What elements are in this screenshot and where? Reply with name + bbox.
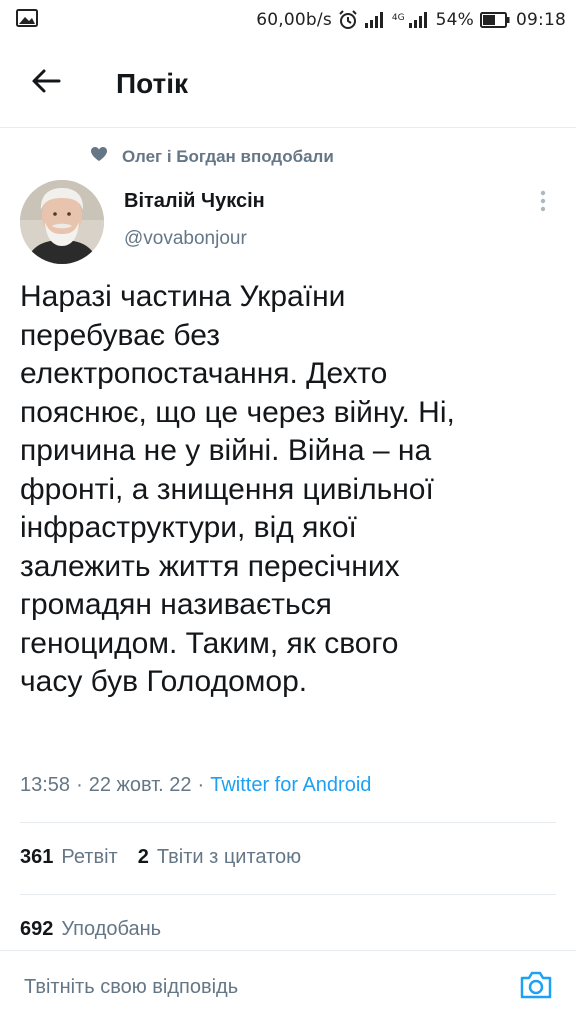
author-name[interactable]: Віталій Чуксін: [124, 190, 265, 213]
quotes-stat[interactable]: 2 Твіти з цитатою: [138, 846, 301, 869]
divider: [20, 822, 556, 823]
retweets-stat[interactable]: 361 Ретвіт: [20, 846, 118, 869]
alarm-icon: [338, 10, 358, 30]
camera-icon: [519, 970, 553, 1005]
camera-button[interactable]: [516, 968, 556, 1008]
tweet-time: 13:58: [20, 774, 71, 796]
avatar[interactable]: [20, 180, 104, 264]
heart-icon: [90, 146, 108, 167]
tweet-meta: 13:58 · 22 жовт. 22 · Twitter for Androi…: [20, 774, 371, 797]
divider: [20, 894, 556, 895]
network-speed: 60,00b/s: [256, 10, 332, 30]
reply-bar: Твітніть свою відповідь: [0, 950, 576, 1024]
tweet-source-link[interactable]: Twitter for Android: [210, 774, 371, 797]
app-header: Потік: [0, 40, 576, 128]
likes-count: 692: [20, 918, 54, 940]
likes-stat[interactable]: 692 Уподобань: [20, 918, 161, 941]
signal-icon-2: [408, 11, 430, 29]
author-handle[interactable]: @vovabonjour: [124, 228, 247, 250]
back-button[interactable]: [16, 54, 76, 114]
social-context-text: Олег і Богдан вподобали: [122, 146, 334, 166]
status-right: 60,00b/s 4G 54% 09:18: [256, 10, 566, 30]
social-context[interactable]: Олег і Богдан вподобали: [90, 146, 334, 167]
tweet-text: Наразі частина України перебуває без еле…: [20, 280, 455, 698]
status-left: [16, 8, 38, 33]
meta-separator: ·: [197, 774, 205, 796]
page-title: Потік: [116, 67, 189, 99]
status-bar: 60,00b/s 4G 54% 09:18: [0, 0, 576, 40]
reply-input[interactable]: Твітніть свою відповідь: [24, 976, 238, 999]
retweet-stats: 361 Ретвіт 2 Твіти з цитатою: [20, 846, 321, 869]
avatar-photo: [20, 180, 104, 264]
quotes-label: Твіти з цитатою: [156, 846, 302, 868]
clock: 09:18: [516, 10, 566, 30]
likes-stats: 692 Уподобань: [20, 918, 181, 941]
battery-percent: 54%: [435, 10, 474, 30]
quotes-count: 2: [137, 846, 149, 868]
more-vertical-icon: [540, 190, 546, 217]
battery-icon: [480, 12, 510, 28]
meta-separator: ·: [76, 774, 83, 796]
likes-label: Уподобань: [61, 918, 162, 940]
signal-icon: [364, 11, 386, 29]
more-options-button[interactable]: [528, 188, 558, 218]
retweets-count: 361: [20, 846, 54, 868]
tweet-date: 22 жовт. 22: [88, 774, 192, 796]
image-icon: [16, 8, 38, 33]
network-type: 4G: [391, 13, 405, 23]
retweets-label: Ретвіт: [61, 846, 118, 868]
arrow-left-icon: [31, 68, 61, 99]
